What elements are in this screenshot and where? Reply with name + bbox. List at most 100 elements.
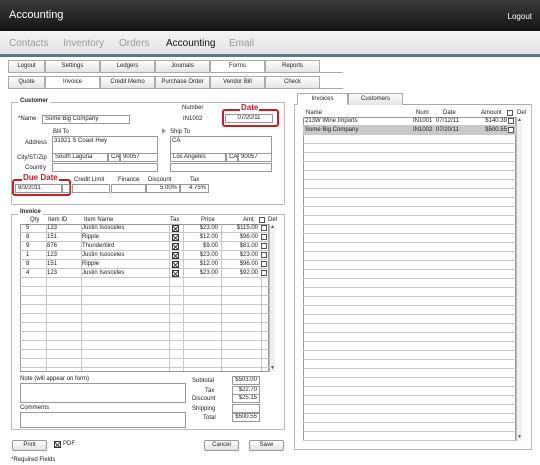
tax-field[interactable]: 4.75% <box>180 184 209 193</box>
ship-city-field[interactable]: Los Angeles <box>170 153 226 162</box>
invoice-line-row[interactable] <box>20 305 269 314</box>
invoice-line-row[interactable] <box>20 296 269 305</box>
invoice-line-row[interactable] <box>20 323 269 332</box>
invoice-list-row[interactable]: Some Big Company IN1002 07/20/11 $500.55 <box>303 126 516 135</box>
invoice-line-row[interactable]: 8 151 Ripple $12.00 $96.00 <box>20 260 269 269</box>
line-price[interactable]: $12.00 <box>184 233 218 241</box>
invoice-list-row[interactable] <box>303 288 516 297</box>
line-item-id[interactable]: 876 <box>47 242 79 250</box>
invoice-list-row[interactable] <box>303 243 516 252</box>
ship-country-field[interactable] <box>170 163 272 172</box>
invoice-list-row[interactable] <box>303 234 516 243</box>
tab-logout[interactable]: Logout <box>8 60 45 72</box>
line-tax-checkbox[interactable] <box>172 261 179 268</box>
due-date-field[interactable]: 8/3/2011 <box>15 184 62 193</box>
invoice-list-row[interactable] <box>303 396 516 405</box>
invoice-list-row[interactable] <box>303 153 516 162</box>
line-item-name[interactable]: Justin Isosceles <box>82 251 167 259</box>
invoice-list-row[interactable] <box>303 378 516 387</box>
invoice-list-row[interactable] <box>303 180 516 189</box>
nav-email[interactable]: Email <box>229 38 254 49</box>
save-button[interactable]: Save <box>249 440 284 451</box>
line-delete-checkbox[interactable] <box>261 252 267 258</box>
invoice-line-row[interactable] <box>20 314 269 323</box>
invoice-list-row[interactable] <box>303 405 516 414</box>
line-tax-checkbox[interactable] <box>172 225 179 232</box>
invoice-list-row[interactable] <box>303 360 516 369</box>
invoice-list-row[interactable] <box>303 333 516 342</box>
tab-reports[interactable]: Reports <box>265 60 320 72</box>
invoice-scrollbar[interactable]: ▲ ▼ <box>269 224 275 372</box>
invoice-list-row[interactable] <box>303 342 516 351</box>
invoice-list-row[interactable] <box>303 171 516 180</box>
invoice-list-row[interactable] <box>303 315 516 324</box>
line-delete-checkbox[interactable] <box>261 243 267 249</box>
name-field[interactable]: Some Big Company <box>42 115 130 124</box>
list-delete-checkbox[interactable] <box>508 127 514 133</box>
line-qty[interactable]: 1 <box>26 251 44 259</box>
invoice-list-row[interactable] <box>303 369 516 378</box>
line-item-name[interactable]: Thunderbird <box>82 242 167 250</box>
credit-limit-field[interactable] <box>72 184 110 193</box>
invoice-list-row[interactable] <box>303 324 516 333</box>
line-item-id[interactable]: 123 <box>47 251 79 259</box>
line-item-name[interactable]: Ripple <box>82 260 167 268</box>
line-qty[interactable]: 8 <box>26 233 44 241</box>
invoice-line-row[interactable] <box>20 287 269 296</box>
line-item-id[interactable]: 151 <box>47 233 79 241</box>
invoice-line-row[interactable]: 1 123 Justin Isosceles $23.00 $23.00 <box>20 251 269 260</box>
invoice-list-row[interactable] <box>303 144 516 153</box>
line-price[interactable]: $9.00 <box>184 242 218 250</box>
shipping-field[interactable] <box>232 404 260 413</box>
line-tax-checkbox[interactable] <box>172 252 179 259</box>
date-field[interactable]: 07/20/11 <box>225 114 273 123</box>
header-logout-link[interactable]: Logout <box>508 12 532 21</box>
line-delete-checkbox[interactable] <box>261 234 267 240</box>
comments-field[interactable] <box>20 412 186 428</box>
invoice-list-row[interactable] <box>303 207 516 216</box>
tab-purchase-order[interactable]: Purchase Order <box>155 76 210 88</box>
line-price[interactable]: $12.00 <box>184 260 218 268</box>
invoice-list-row[interactable] <box>303 351 516 360</box>
bill-country-field[interactable] <box>52 163 158 172</box>
invoice-list-row[interactable] <box>303 270 516 279</box>
line-tax-checkbox[interactable] <box>172 234 179 241</box>
line-tax-checkbox[interactable] <box>172 270 179 277</box>
line-qty[interactable]: 4 <box>26 269 44 277</box>
line-price[interactable]: $23.00 <box>184 269 218 277</box>
copy-arrow-icon[interactable] <box>162 128 166 134</box>
tab-vendor-bill[interactable]: Vendor Bill <box>210 76 265 88</box>
nav-contacts[interactable]: Contacts <box>9 38 48 49</box>
invoice-list-row[interactable] <box>303 297 516 306</box>
line-item-name[interactable]: Justin Isosceles <box>82 224 167 232</box>
tab-ledgers[interactable]: Ledgers <box>100 60 155 72</box>
invoice-list-row[interactable] <box>303 432 516 441</box>
invoice-list-row[interactable] <box>303 252 516 261</box>
invoice-list-row[interactable] <box>303 261 516 270</box>
line-price[interactable]: $23.00 <box>184 251 218 259</box>
line-item-name[interactable]: Justin Isosceles <box>82 269 167 277</box>
tab-invoice[interactable]: Invoice <box>45 76 100 88</box>
line-item-name[interactable]: Ripple <box>82 233 167 241</box>
side-scrollbar[interactable]: ▲ ▼ <box>516 117 522 441</box>
cancel-button[interactable]: Cancel <box>204 440 239 451</box>
print-button[interactable]: Print <box>12 440 47 451</box>
invoice-line-row[interactable] <box>20 278 269 287</box>
side-scroll-down-icon[interactable]: ▼ <box>517 435 522 440</box>
invoice-list-row[interactable] <box>303 135 516 144</box>
invoice-list-row[interactable] <box>303 306 516 315</box>
ship-address-field[interactable]: CA <box>170 136 272 154</box>
bill-city-field[interactable]: South Laguna <box>52 153 108 162</box>
tab-quote[interactable]: Quote <box>8 76 45 88</box>
invoice-list-row[interactable] <box>303 189 516 198</box>
pdf-checkbox[interactable] <box>54 441 61 448</box>
invoice-line-row[interactable]: 9 876 Thunderbird $9.00 $81.00 <box>20 242 269 251</box>
line-delete-checkbox[interactable] <box>261 270 267 276</box>
invoice-line-row[interactable] <box>20 341 269 350</box>
invoice-line-row[interactable] <box>20 350 269 359</box>
invoice-list-row[interactable] <box>303 279 516 288</box>
note-field[interactable] <box>20 383 186 403</box>
nav-inventory[interactable]: Inventory <box>63 38 104 49</box>
invoice-line-row[interactable]: 8 151 Ripple $12.00 $96.00 <box>20 233 269 242</box>
side-delete-all-checkbox[interactable] <box>507 110 513 116</box>
